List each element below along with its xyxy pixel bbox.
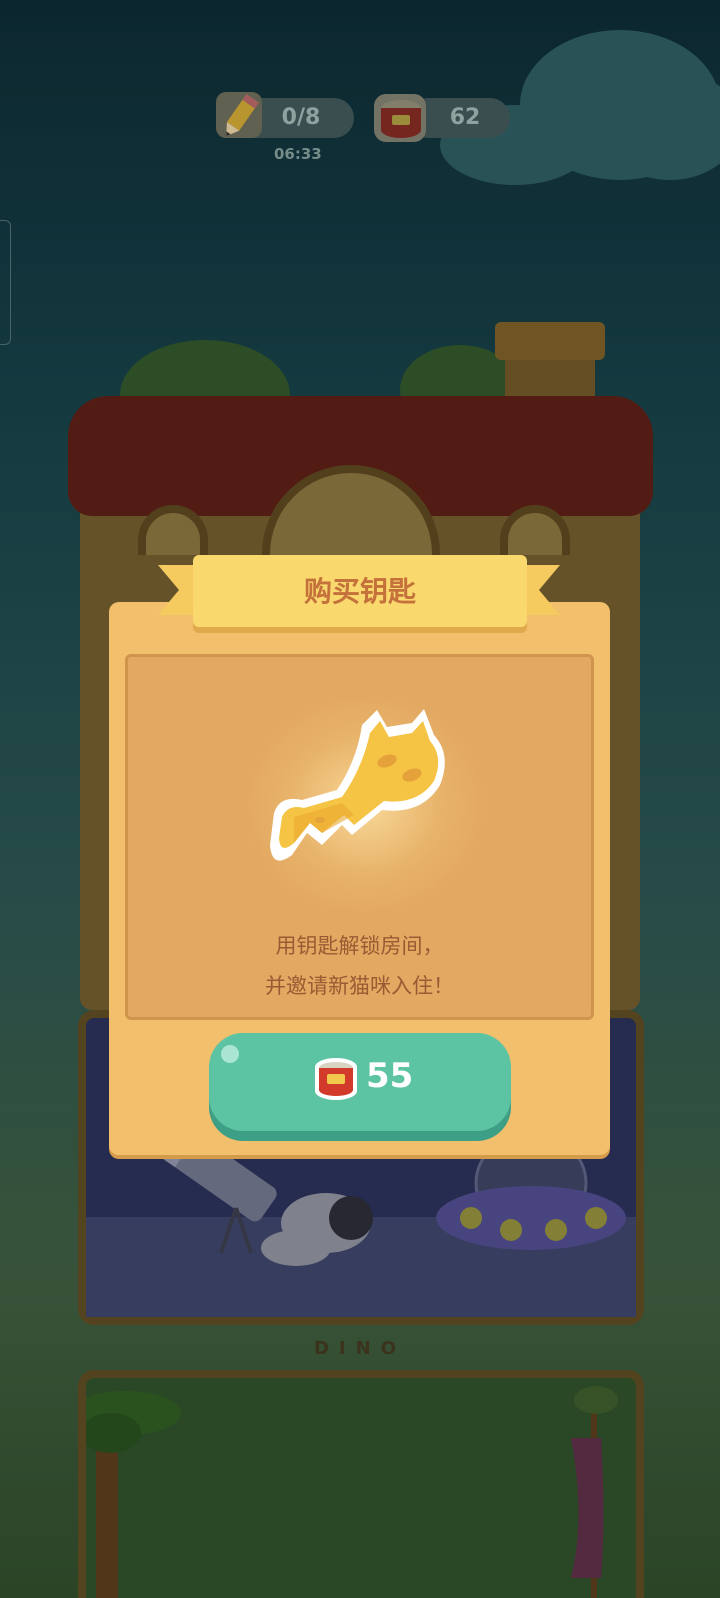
dialog-title: 购买钥匙	[303, 575, 416, 608]
cat-food-can-icon	[315, 1058, 357, 1100]
game-scene: 0/8 06:33 62 DINO 购买钥匙 用钥匙解锁房间， 并邀请新猫咪入住…	[0, 0, 720, 1598]
buy-price: 55	[366, 1056, 414, 1096]
cat-key-icon	[270, 709, 445, 861]
dialog-description-line2: 并邀请新猫咪入住！	[265, 974, 454, 998]
dialog-description-line1: 用钥匙解锁房间，	[275, 934, 444, 958]
button-shine	[221, 1045, 239, 1063]
